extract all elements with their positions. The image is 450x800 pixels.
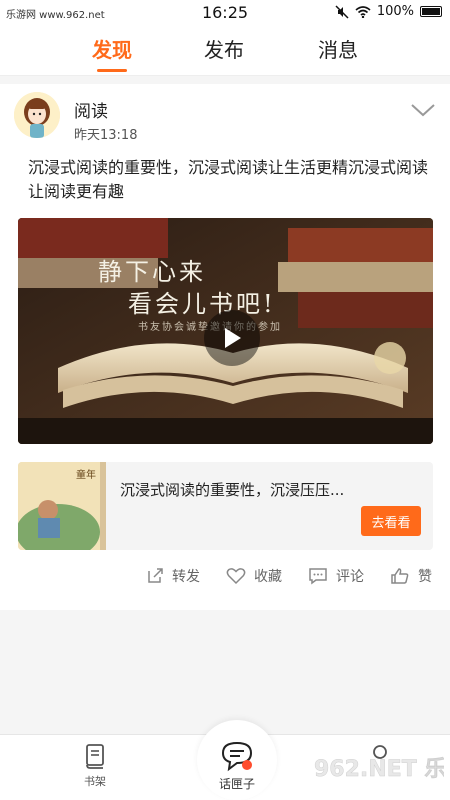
post-time: 昨天13:18 [74, 128, 138, 143]
favorite-label: 收藏 [254, 569, 282, 585]
view-book-button[interactable]: 去看看 [361, 506, 421, 536]
post-actions: 转发 收藏 评论 赞 [0, 566, 450, 596]
share-label: 转发 [172, 569, 200, 585]
play-button[interactable] [204, 310, 260, 366]
share-action[interactable]: 转发 [146, 566, 200, 586]
comment-action[interactable]: 评论 [308, 566, 364, 586]
notification-dot [242, 760, 252, 770]
avatar[interactable] [14, 92, 60, 138]
tab-discover[interactable]: 发现 [92, 34, 132, 63]
active-tab-indicator [97, 69, 127, 72]
watermark-logo-text: 962.NET 乐游网 [314, 756, 444, 782]
heart-icon [226, 568, 246, 585]
status-bar: 乐游网 www.962.net 16:25 100% [0, 0, 450, 26]
nav-topics[interactable]: 话匣子 [197, 720, 277, 800]
chevron-down-icon[interactable] [410, 102, 436, 118]
like-label: 赞 [418, 569, 432, 585]
video-caption-line-1: 静下心来 [98, 258, 206, 286]
post-text: 沉浸式阅读的重要性，沉浸式阅读让生活更精沉浸式阅读让阅读更有趣 [28, 158, 429, 201]
video-caption-line-2: 看会儿书吧! [128, 290, 276, 318]
favorite-action[interactable]: 收藏 [226, 566, 282, 586]
nav-topics-label: 话匣子 [218, 777, 255, 791]
book-link-card[interactable]: 童年 沉浸式阅读的重要性，沉浸压压... 去看看 [18, 462, 433, 550]
nav-bookshelf[interactable]: 书架 [65, 743, 125, 789]
thumbs-up-icon [391, 568, 409, 584]
wifi-icon [355, 5, 371, 18]
book-cover-title: 童年 [76, 470, 96, 481]
post-username[interactable]: 阅读 [74, 97, 108, 122]
play-icon [225, 328, 241, 348]
comment-icon [309, 568, 327, 585]
mute-icon [335, 4, 349, 19]
tab-publish[interactable]: 发布 [204, 34, 244, 63]
comment-label: 评论 [336, 569, 364, 585]
book-title: 沉浸式阅读的重要性，沉浸压压... [120, 481, 345, 499]
status-icons: 100% [335, 4, 442, 19]
top-tabs: 发现 发布 消息 [0, 26, 450, 76]
like-action[interactable]: 赞 [390, 566, 432, 586]
avatar-image [14, 92, 60, 138]
video-player[interactable]: 静下心来 看会儿书吧! 书友协会诚挚邀请你的参加 [18, 218, 433, 444]
watermark-logo: 962.NET 乐游网 [314, 756, 444, 783]
tab-messages[interactable]: 消息 [318, 34, 358, 63]
share-icon [148, 568, 163, 583]
nav-bookshelf-label: 书架 [84, 775, 106, 788]
battery-icon [420, 6, 442, 17]
book-icon [86, 744, 104, 769]
post-card: 阅读 昨天13:18 沉浸式阅读的重要性，沉浸式阅读让生活更精沉浸式阅读让阅读更… [0, 84, 450, 610]
book-cover: 童年 [18, 462, 106, 550]
battery-percent: 100% [376, 4, 414, 19]
